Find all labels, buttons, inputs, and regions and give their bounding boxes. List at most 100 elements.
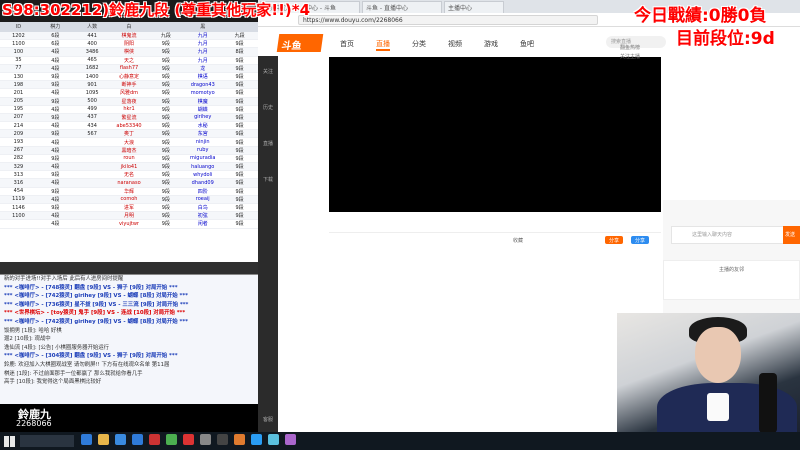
table-cell: 9段 bbox=[161, 155, 170, 162]
table-cell: 9段 bbox=[51, 82, 60, 89]
table-cell: 1095 bbox=[85, 89, 99, 96]
follow-icon[interactable]: 关注 bbox=[261, 68, 275, 75]
table-header-cell: ID bbox=[15, 24, 22, 30]
table-row[interactable]: 195 4段 499 hkr1 9段 蝴蝶 9段 bbox=[0, 106, 258, 114]
table-cell: 4段 bbox=[51, 139, 60, 146]
game-icon[interactable] bbox=[149, 434, 160, 445]
table-cell: 9段 bbox=[161, 147, 170, 154]
table-cell: 9段 bbox=[51, 74, 60, 81]
table-row[interactable]: 454 9段 华辉 9段 四阶 9段 bbox=[0, 188, 258, 196]
history-icon[interactable]: 历史 bbox=[261, 104, 275, 111]
table-cell: 龙 bbox=[200, 65, 206, 72]
nav-home[interactable]: 首页 bbox=[340, 39, 354, 49]
mail-icon[interactable] bbox=[132, 434, 143, 445]
nav-category[interactable]: 分类 bbox=[412, 39, 426, 49]
table-cell: 无名 bbox=[124, 172, 135, 179]
nav-video[interactable]: 视频 bbox=[448, 39, 462, 49]
table-row[interactable]: 282 9段 roun 9段 miguradia 9段 bbox=[0, 155, 258, 163]
table-cell: 9段 bbox=[51, 172, 60, 179]
address-bar[interactable]: https://www.douyu.com/2268066 bbox=[298, 15, 598, 25]
app-icon[interactable] bbox=[268, 434, 279, 445]
chat-message: 新的对手进场!!对手入场后 此后有人进房间时提醒 bbox=[4, 276, 124, 282]
video-icon[interactable] bbox=[183, 434, 194, 445]
table-row[interactable]: 316 4段 naranaso 9段 dhand09 9段 bbox=[0, 179, 258, 188]
table-cell: 棋魔 bbox=[197, 98, 208, 105]
table-row[interactable]: 267 4段 黑暗杰 9段 ruby 9段 bbox=[0, 146, 258, 155]
table-row[interactable]: 201 4段 1095 风雅dm 9段 momotyo 9段 bbox=[0, 89, 258, 98]
table-cell: 4段 bbox=[51, 221, 60, 228]
table-cell: 东宫 bbox=[197, 131, 208, 138]
pin-icon[interactable] bbox=[251, 434, 262, 445]
table-row[interactable]: 35 4段 465 天之 9段 九月 9段 bbox=[0, 57, 258, 65]
table-cell: 九月 bbox=[197, 49, 208, 56]
support-icon[interactable]: 客服 bbox=[261, 416, 275, 423]
table-row[interactable]: 1119 4段 comoh 9段 roeaij 9段 bbox=[0, 195, 258, 204]
nav-games[interactable]: 游戏 bbox=[484, 39, 498, 49]
table-row[interactable]: 193 4段 大浪 9段 ninjin 9段 bbox=[0, 138, 258, 147]
table-cell: 4段 bbox=[51, 57, 60, 64]
table-row[interactable]: 329 4段 jkilo41 9段 haluango 9段 bbox=[0, 163, 258, 172]
table-row[interactable]: 313 9段 无名 9段 whydoli 9段 bbox=[0, 171, 258, 180]
tab-3[interactable]: 主播中心 bbox=[444, 1, 504, 13]
table-row[interactable]: 77 4段 1682 flash77 9段 龙 9段 bbox=[0, 64, 258, 73]
table-cell: 9段 bbox=[161, 139, 170, 146]
nav-fishbar[interactable]: 鱼吧 bbox=[520, 39, 534, 49]
send-button[interactable]: 发送 bbox=[783, 226, 800, 244]
table-cell: 华辉 bbox=[124, 188, 135, 195]
table-cell: 9段 bbox=[161, 41, 170, 48]
table-cell: 9段 bbox=[235, 139, 244, 146]
table-row[interactable]: 1146 9段 进军 9段 白鸟 9段 bbox=[0, 204, 258, 213]
table-cell: 901 bbox=[87, 81, 97, 88]
table-cell: 8段 bbox=[235, 49, 244, 56]
table-row[interactable]: 100 4段 3486 棋侠 9段 九月 8段 bbox=[0, 48, 258, 57]
chat-message: *** <咖啡厅> - [304猿灵] 翻盘 [9段] VS - 狮子 [9段]… bbox=[4, 353, 178, 360]
table-row[interactable]: 4段 viyujtwr 9段 闲者 9段 bbox=[0, 220, 258, 229]
table-row[interactable]: 1202 6段 441 棋鬼流 九段 九月 九段 bbox=[0, 32, 258, 41]
table-cell: abe53340 bbox=[116, 122, 142, 129]
chat-input[interactable]: 这里输入聊天内容 bbox=[671, 226, 786, 244]
video-player[interactable] bbox=[329, 57, 661, 212]
browser-icon[interactable] bbox=[234, 434, 245, 445]
favorite-button[interactable]: 收藏 bbox=[509, 236, 527, 244]
table-cell: miguradia bbox=[190, 155, 216, 162]
table-cell: 214 bbox=[13, 122, 24, 129]
table-row[interactable]: 198 9段 901 断神手 9段 dragon43 9段 bbox=[0, 81, 258, 90]
store-icon[interactable] bbox=[115, 434, 126, 445]
tab-2[interactable]: 斗鱼 - 直播中心 bbox=[362, 1, 442, 13]
share2-button[interactable]: 分享 bbox=[631, 236, 650, 244]
app2-icon[interactable] bbox=[285, 434, 296, 445]
table-cell: 九月 bbox=[197, 41, 208, 48]
live-icon[interactable]: 直播 bbox=[261, 140, 275, 147]
table-row[interactable]: 209 9段 567 奥丁 9段 东宫 9段 bbox=[0, 130, 258, 139]
table-cell: viyujtwr bbox=[119, 220, 139, 227]
table-row[interactable]: 214 4段 434 abe53340 9段 水秘 9段 bbox=[0, 122, 258, 131]
table-row[interactable]: 1100 4段 月明 9段 初弦 9段 bbox=[0, 212, 258, 221]
table-cell: 9段 bbox=[51, 188, 60, 195]
windows-start-icon[interactable] bbox=[4, 435, 15, 447]
site-logo[interactable]: 斗鱼 bbox=[276, 34, 324, 52]
tools-icon[interactable] bbox=[200, 434, 211, 445]
table-cell: 437 bbox=[87, 114, 97, 121]
folder-icon[interactable] bbox=[98, 434, 109, 445]
table-row[interactable]: 205 9段 500 星落夜 9段 棋魔 9段 bbox=[0, 97, 258, 106]
table-row[interactable]: 207 9段 437 繁星流 9段 girihey 9段 bbox=[0, 113, 258, 123]
table-cell: 195 bbox=[13, 106, 24, 113]
table-row[interactable]: 1100 6段 400 阴阳 9段 九月 9段 bbox=[0, 40, 258, 49]
side-list-item[interactable]: 关注主播 bbox=[620, 53, 800, 60]
taskbar-search[interactable] bbox=[20, 435, 74, 447]
download-icon[interactable]: 下载 bbox=[261, 176, 275, 183]
table-cell: 500 bbox=[87, 98, 97, 105]
share-button[interactable]: 分享 bbox=[605, 236, 624, 244]
table-cell: 棋侠 bbox=[124, 49, 135, 56]
table-cell: 9段 bbox=[235, 98, 244, 105]
streamer-face bbox=[695, 327, 741, 383]
table-cell: 9段 bbox=[51, 114, 60, 121]
chat-icon[interactable] bbox=[166, 434, 177, 445]
table-cell: 9段 bbox=[161, 164, 170, 171]
table-header-cell: 白 bbox=[126, 24, 132, 30]
edge-icon[interactable] bbox=[81, 434, 92, 445]
table-row[interactable]: 130 9段 1400 心静意定 9段 棋语 9段 bbox=[0, 73, 258, 82]
nav-live[interactable]: 直播 bbox=[376, 39, 390, 51]
obs-icon[interactable] bbox=[217, 434, 228, 445]
microphone bbox=[759, 373, 777, 432]
